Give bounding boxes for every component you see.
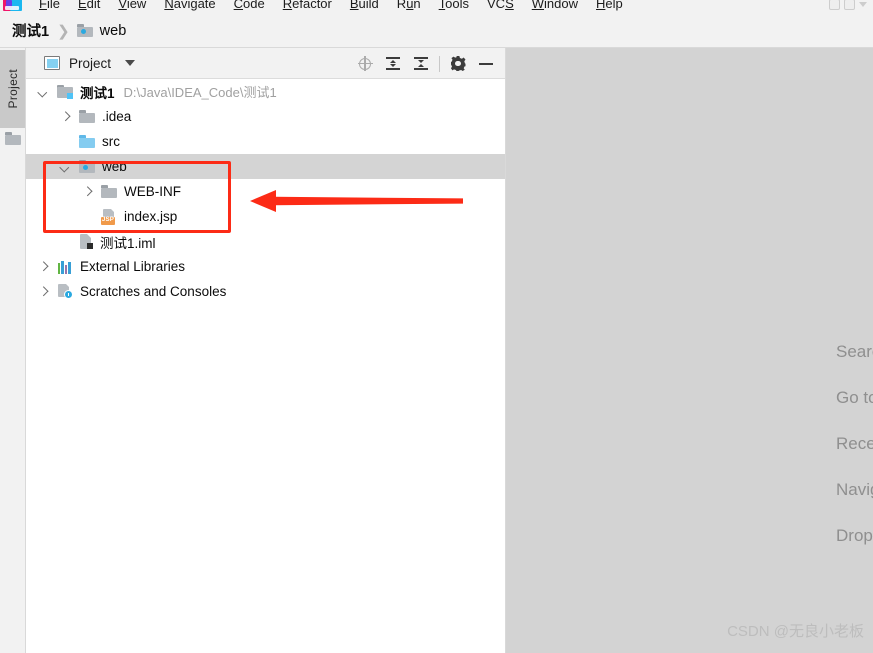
- editor-hint: Naviga: [836, 480, 873, 499]
- gear-icon: [450, 56, 466, 71]
- panel-title: Project: [69, 55, 112, 71]
- editor-hint: Recent: [836, 434, 873, 453]
- tree-node-src[interactable]: src: [26, 129, 506, 154]
- editor-hint: Search: [836, 342, 873, 361]
- tree-node-label: web: [102, 159, 127, 174]
- project-view-icon: [44, 56, 60, 70]
- tree-node-web-inf[interactable]: WEB-INF: [26, 179, 506, 204]
- source-folder-icon: [79, 135, 95, 148]
- menu-refactor[interactable]: Refactor: [274, 0, 341, 14]
- tree-node-index-jsp[interactable]: JSP index.jsp: [26, 204, 506, 229]
- menu-navigate[interactable]: Navigate: [155, 0, 224, 14]
- tree-node-path: D:\Java\IDEA_Code\测试1: [123, 85, 277, 100]
- menu-bar: File Edit View Navigate Code Refactor Build Run…: [0, 0, 873, 14]
- jsp-file-icon: JSP: [101, 208, 117, 225]
- menu-code[interactable]: Code: [225, 0, 274, 14]
- idea-window: File Edit View Navigate Code Refactor Build Run…: [0, 0, 873, 653]
- editor-hint-list: Search Go to Recent Naviga Drop f: [836, 342, 873, 572]
- locate-in-tree-button[interactable]: [351, 50, 379, 78]
- scratches-icon: [57, 284, 73, 299]
- minimize-icon: [479, 57, 493, 71]
- expand-all-button[interactable]: [379, 50, 407, 78]
- watermark: CSDN @无良小老板: [727, 623, 864, 640]
- tree-node-external-libraries[interactable]: External Libraries: [26, 254, 506, 279]
- folder-icon: [79, 110, 95, 123]
- project-tool-window: Project 测试1 D:\Java\IDEA_Code\测试1 .idea …: [26, 48, 506, 653]
- tree-node-label: .idea: [102, 109, 132, 124]
- sidebar-item-project[interactable]: Project: [0, 50, 25, 128]
- chevron-right-icon[interactable]: [58, 110, 72, 124]
- navigation-bar: 测试1 ❯ web: [0, 14, 873, 48]
- collapse-all-icon: [414, 57, 428, 71]
- menu-bar-right-icons[interactable]: [829, 0, 867, 13]
- editor-hint: Drop f: [836, 526, 873, 545]
- chevron-right-icon[interactable]: [36, 285, 50, 299]
- hide-panel-button[interactable]: [472, 50, 500, 78]
- module-folder-icon: [57, 84, 73, 99]
- panel-toolbar: [351, 48, 500, 79]
- menu-vcs[interactable]: VCS: [478, 0, 523, 14]
- library-icon: [57, 260, 73, 274]
- tree-node-label: index.jsp: [124, 209, 178, 224]
- menu-view[interactable]: View: [109, 0, 155, 14]
- search-icon[interactable]: [829, 0, 840, 10]
- web-folder-icon: [79, 160, 95, 173]
- project-tree: 测试1 D:\Java\IDEA_Code\测试1 .idea src web WEB-I…: [26, 79, 506, 304]
- breadcrumb-leaf[interactable]: web: [100, 23, 127, 39]
- folder-icon: [101, 185, 117, 198]
- tree-node-iml[interactable]: 测试1.iml: [26, 229, 506, 254]
- tree-node-label: WEB-INF: [124, 184, 181, 199]
- menu-run[interactable]: Run: [388, 0, 430, 14]
- crosshair-icon: [357, 56, 373, 71]
- tree-node-label: 测试1: [80, 85, 115, 101]
- editor-empty-area: Search Go to Recent Naviga Drop f CSDN @无良小老…: [506, 48, 873, 653]
- left-tool-stripe: Project: [0, 48, 26, 653]
- tree-node-label: src: [102, 134, 120, 149]
- breadcrumb-separator-icon: ❯: [57, 22, 70, 40]
- chevron-down-icon[interactable]: [859, 1, 867, 7]
- iml-file-icon: [79, 234, 93, 249]
- tree-node-idea[interactable]: .idea: [26, 104, 506, 129]
- chevron-down-icon[interactable]: [125, 60, 136, 66]
- tree-node-label: Scratches and Consoles: [80, 284, 227, 299]
- tree-node-web[interactable]: web: [26, 154, 506, 179]
- tree-node-label: 测试1.iml: [100, 235, 156, 251]
- project-panel-header: Project: [26, 48, 506, 79]
- chevron-right-icon[interactable]: [80, 185, 94, 199]
- menu-window[interactable]: Window: [523, 0, 587, 14]
- chevron-down-icon[interactable]: [58, 160, 72, 174]
- menu-edit[interactable]: Edit: [69, 0, 109, 14]
- menu-tools[interactable]: Tools: [430, 0, 478, 14]
- chevron-down-icon[interactable]: [36, 85, 50, 99]
- tree-node-scratches[interactable]: Scratches and Consoles: [26, 279, 506, 304]
- intellij-idea-logo-icon: [2, 0, 24, 13]
- settings-icon[interactable]: [844, 0, 855, 10]
- tree-node-label: External Libraries: [80, 259, 186, 274]
- menu-build[interactable]: Build: [341, 0, 388, 14]
- menu-file[interactable]: File: [30, 0, 69, 14]
- settings-button[interactable]: [444, 50, 472, 78]
- toolbar-divider: [439, 55, 440, 72]
- expand-all-icon: [386, 57, 400, 71]
- collapse-all-button[interactable]: [407, 50, 435, 78]
- chevron-right-icon[interactable]: [36, 260, 50, 274]
- breadcrumb-project[interactable]: 测试1: [12, 20, 49, 41]
- menu-help[interactable]: Help: [587, 0, 632, 14]
- project-root[interactable]: 测试1 D:\Java\IDEA_Code\测试1: [26, 79, 506, 104]
- sidebar-item-label: Project: [5, 69, 20, 109]
- web-folder-icon: [76, 24, 93, 37]
- folder-icon[interactable]: [5, 130, 21, 146]
- editor-hint: Go to: [836, 388, 873, 407]
